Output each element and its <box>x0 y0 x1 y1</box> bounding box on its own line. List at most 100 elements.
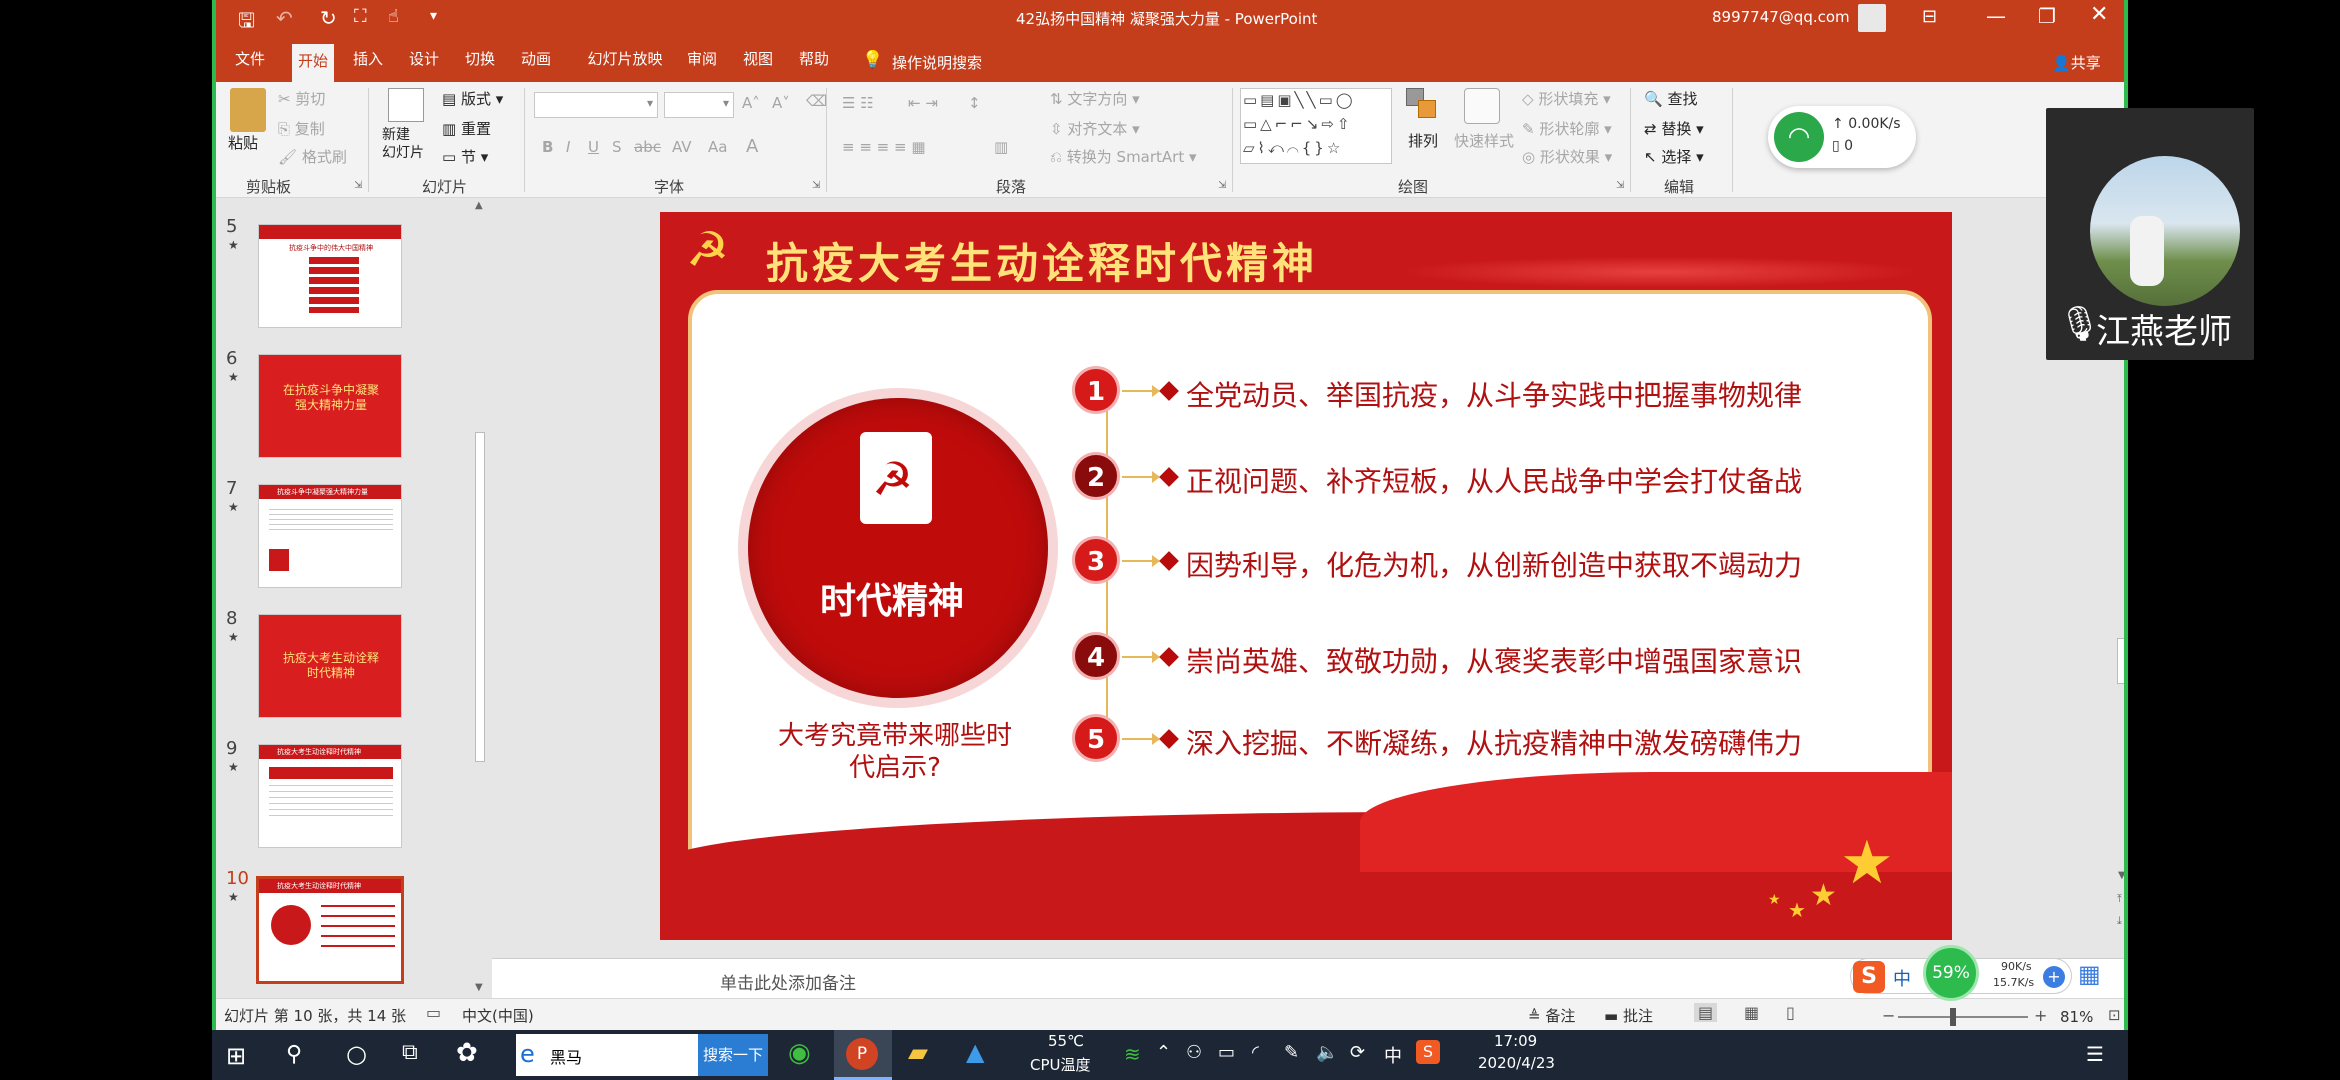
file-explorer-icon[interactable]: ▰ <box>908 1038 928 1068</box>
smartart-button[interactable]: ⎌ 转换为 SmartArt ▾ <box>1050 146 1197 167</box>
zoom-in-icon[interactable]: + <box>2034 1006 2047 1025</box>
font-family-select[interactable]: ▾ <box>534 92 658 118</box>
tab-animations[interactable]: 动画 <box>516 46 556 76</box>
layout-button[interactable]: ▤ 版式 ▾ <box>442 88 503 109</box>
cut-button[interactable]: ✂ 剪切 <box>278 88 325 109</box>
cpu-meter[interactable]: 59% <box>1923 945 1979 1001</box>
indent-icon[interactable]: ⇤ ⇥ <box>908 94 938 112</box>
list-item[interactable]: 4 崇尚英雄、致敬功勋，从褒奖表彰中增强国家意识 <box>1072 628 1942 684</box>
network-widget[interactable]: ◠ ↑ 0.00K/s ▯ 0 <box>1768 106 1916 168</box>
tab-design[interactable]: 设计 <box>404 46 444 76</box>
columns-icon[interactable]: ▥ <box>994 138 1008 156</box>
question-text[interactable]: 大考究竟带来哪些时代启示? <box>770 720 1020 784</box>
shapes-gallery[interactable]: ▭▤▣╲╲▭◯ ▭△⌐⌐↘⇨⇧ ▱⌇⤺⌒{}☆ <box>1240 88 1392 164</box>
list-item[interactable]: 5 深入挖掘、不断凝练，从抗疫精神中激发磅礴伟力 <box>1072 710 1942 766</box>
dialog-launcher-icon[interactable]: ⇲ <box>1616 180 1624 191</box>
underline-icon[interactable]: U <box>588 138 599 156</box>
redo-icon[interactable]: ↻ <box>320 6 337 30</box>
dialog-launcher-icon[interactable]: ⇲ <box>1218 180 1226 191</box>
zoom-thumb[interactable] <box>1950 1008 1956 1026</box>
comments-button[interactable]: ▬ 批注 <box>1604 1005 1653 1026</box>
bold-icon[interactable]: B <box>542 138 553 156</box>
line-spacing-icon[interactable]: ↕ <box>968 94 981 112</box>
battery-icon[interactable]: ▭ <box>1218 1042 1235 1063</box>
powerpoint-taskbar-button[interactable]: P <box>834 1030 892 1080</box>
shrink-font-icon[interactable]: A˅ <box>772 94 790 112</box>
list-item[interactable]: 2 正视问题、补齐短板，从人民战争中学会打仗备战 <box>1072 448 1942 504</box>
tab-view[interactable]: 视图 <box>738 46 778 76</box>
dialog-launcher-icon[interactable]: ⇲ <box>354 180 362 191</box>
tell-me-search[interactable]: 操作说明搜索 <box>892 52 982 73</box>
ribbon-display-icon[interactable]: ⊟ <box>1922 6 1937 27</box>
tab-help[interactable]: 帮助 <box>794 46 834 76</box>
slide-thumbnail[interactable]: 在抗疫斗争中凝聚强大精神力量 <box>258 354 402 458</box>
input-language[interactable]: 中 <box>1384 1042 1402 1068</box>
tab-transitions[interactable]: 切换 <box>460 46 500 76</box>
quick-styles-icon[interactable] <box>1464 88 1500 124</box>
list-item[interactable]: 3 因势利导，化危为机，从创新创造中获取不竭动力 <box>1072 532 1942 588</box>
plus-icon[interactable]: + <box>2043 966 2065 988</box>
section-button[interactable]: ▭ 节 ▾ <box>442 146 488 167</box>
tab-home[interactable]: 开始 <box>292 44 334 82</box>
slide-thumbnail[interactable]: 抗疫斗争中凝聚强大精神力量 <box>258 484 402 588</box>
change-case-icon[interactable]: Aa <box>708 138 727 156</box>
network-icon[interactable]: ◜ <box>1252 1042 1259 1063</box>
notification-icon[interactable]: ☰ <box>2086 1042 2104 1066</box>
quick-styles-button[interactable]: 快速样式 <box>1454 130 1514 151</box>
search-box[interactable]: e 黑马 <box>516 1034 698 1076</box>
font-color-icon[interactable]: A <box>746 136 758 157</box>
slide-thumbnail-active[interactable]: 抗疫大考生动诠释时代精神 <box>256 876 404 984</box>
arrange-icon[interactable] <box>1406 88 1440 122</box>
clear-format-icon[interactable]: ⌫ <box>806 92 827 110</box>
clock-time[interactable]: 17:09 <box>1494 1032 1537 1050</box>
undo-icon[interactable]: ↶ <box>276 6 293 30</box>
grow-font-icon[interactable]: A˄ <box>742 94 760 112</box>
scroll-down-icon[interactable]: ▼ <box>475 982 483 993</box>
search-button[interactable]: 搜索一下 <box>698 1034 768 1076</box>
sogou-tray-icon[interactable]: S <box>1416 1040 1440 1064</box>
shape-fill-button[interactable]: ◇ 形状填充 ▾ <box>1522 88 1611 109</box>
sync-icon[interactable]: ⟳ <box>1350 1042 1365 1063</box>
next-slide-icon[interactable]: ⤓ <box>2117 914 2122 928</box>
align-buttons[interactable]: ≡ ≡ ≡ ≡ ▦ <box>842 138 926 156</box>
slide-thumbnail[interactable]: 抗疫大考生动诠释时代精神 <box>258 744 402 848</box>
text-direction-button[interactable]: ⇅ 文字方向 ▾ <box>1050 88 1140 109</box>
align-text-button[interactable]: ⇳ 对齐文本 ▾ <box>1050 118 1140 139</box>
reading-view-icon[interactable]: ▯ <box>1786 1003 1795 1022</box>
grid-app-icon[interactable]: ▦ <box>2078 960 2101 988</box>
copy-button[interactable]: ⎘ 复制 <box>278 118 325 139</box>
reset-button[interactable]: ▥ 重置 <box>442 118 491 139</box>
strikethrough-icon[interactable]: abc <box>634 138 661 156</box>
present-icon[interactable]: ⛶ <box>354 6 367 27</box>
volume-icon[interactable]: 🔈 <box>1316 1042 1338 1063</box>
scroll-down-icon[interactable]: ▼ <box>2118 870 2124 881</box>
avatar[interactable] <box>1858 4 1886 32</box>
normal-view-icon[interactable]: ▤ <box>1694 1003 1718 1022</box>
slide-title[interactable]: 抗疫大考生动诠释时代精神 <box>766 230 1318 291</box>
find-button[interactable]: 🔍 查找 <box>1644 88 1697 109</box>
wifi-tray-icon[interactable]: ≋ <box>1124 1042 1141 1066</box>
tab-review[interactable]: 审阅 <box>682 46 722 76</box>
tab-insert[interactable]: 插入 <box>348 46 388 76</box>
select-button[interactable]: ↖ 选择 ▾ <box>1644 146 1704 167</box>
sorter-view-icon[interactable]: ▦ <box>1744 1003 1759 1022</box>
font-size-select[interactable]: ▾ <box>664 92 734 118</box>
notes-button[interactable]: ≜ 备注 <box>1528 1005 1575 1026</box>
ime-mode[interactable]: 中 <box>1893 965 1911 991</box>
people-icon[interactable]: ⚇ <box>1186 1042 1202 1063</box>
paste-icon[interactable] <box>230 88 266 132</box>
touch-mode-icon[interactable]: ☝ <box>388 6 399 27</box>
tray-up-icon[interactable]: ⌃ <box>1156 1042 1171 1063</box>
prev-slide-icon[interactable]: ⤒ <box>2117 892 2122 906</box>
scroll-thumb[interactable] <box>2117 638 2124 684</box>
italic-icon[interactable]: I <box>566 138 570 156</box>
arrange-button[interactable]: 排列 <box>1408 130 1438 151</box>
thumb-scrollbar[interactable]: ▲ ▼ <box>472 198 488 998</box>
video-overlay[interactable]: 🎙 江燕老师 <box>2046 108 2254 360</box>
zoom-out-icon[interactable]: − <box>1882 1006 1895 1025</box>
pen-icon[interactable]: ✎ <box>1284 1042 1299 1063</box>
meeting-app-icon[interactable]: ▲ <box>966 1038 984 1066</box>
new-slide-icon[interactable] <box>388 88 424 122</box>
ime-toolbar[interactable]: S 中 59% 90K/s 15.7K/s + <box>1850 945 2072 1001</box>
customize-toolbar-icon[interactable]: ▾ <box>430 8 437 24</box>
